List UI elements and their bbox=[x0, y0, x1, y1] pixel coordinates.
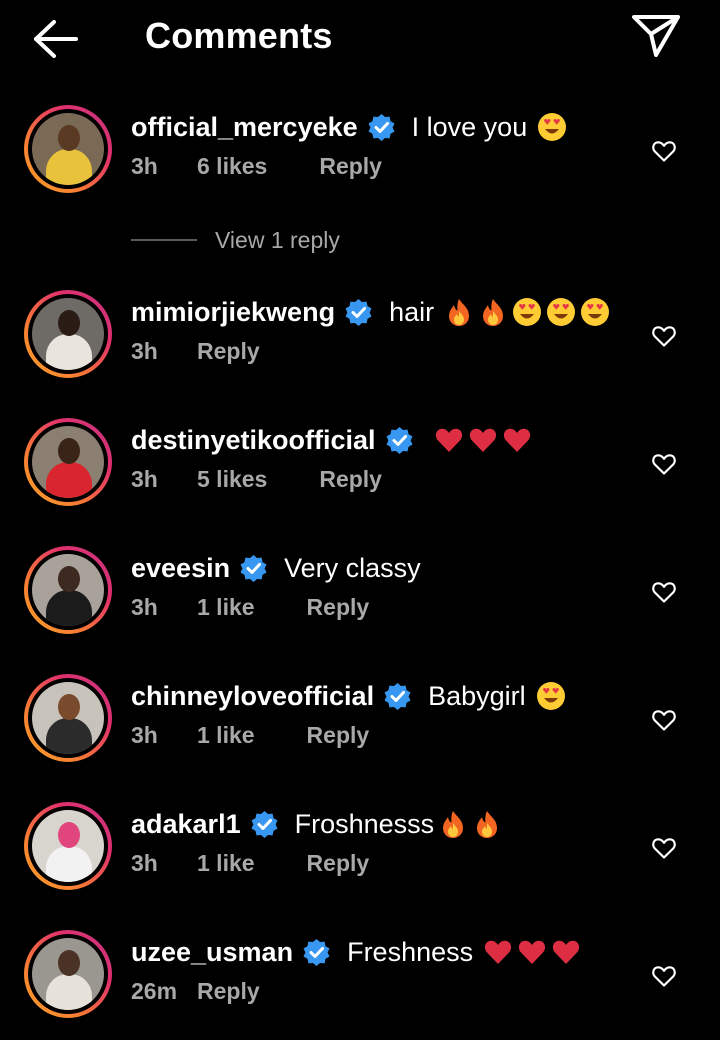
comment-time: 3h bbox=[131, 721, 158, 748]
reply-divider bbox=[131, 239, 197, 241]
comment-meta: 3h 1 like Reply bbox=[131, 591, 369, 623]
red-heart-emoji bbox=[434, 425, 464, 455]
reply-button[interactable]: Reply bbox=[307, 594, 370, 621]
fire-emoji bbox=[472, 809, 502, 839]
comment-time: 26m bbox=[131, 977, 178, 1004]
heart-eyes-emoji bbox=[580, 297, 610, 327]
comment-line: adakarl1 Froshnesss bbox=[131, 804, 502, 844]
like-button[interactable] bbox=[651, 451, 677, 477]
avatar[interactable] bbox=[24, 802, 112, 890]
verified-badge-icon bbox=[385, 426, 414, 455]
reply-button[interactable]: Reply bbox=[319, 466, 382, 493]
heart-outline-icon bbox=[651, 138, 677, 164]
comment-likes[interactable]: 1 like bbox=[197, 722, 255, 749]
comment-text: Very classy bbox=[284, 552, 421, 583]
comment-text: Freshness bbox=[347, 936, 474, 967]
comments-list: official_mercyeke I love you 3h 6 likes … bbox=[0, 0, 720, 1018]
heart-eyes-emoji bbox=[537, 112, 567, 142]
heart-outline-icon bbox=[651, 963, 677, 989]
view-replies-label: View 1 reply bbox=[215, 226, 340, 253]
verified-badge-icon bbox=[383, 682, 412, 711]
comment-username[interactable]: chinneyloveofficial bbox=[131, 681, 374, 712]
avatar[interactable] bbox=[24, 418, 112, 506]
comment-username[interactable]: official_mercyeke bbox=[131, 112, 358, 143]
comment-time: 3h bbox=[131, 152, 158, 179]
like-button[interactable] bbox=[651, 323, 677, 349]
like-button[interactable] bbox=[651, 963, 677, 989]
comment-line: eveesin Very classy bbox=[131, 548, 421, 588]
like-button[interactable] bbox=[651, 579, 677, 605]
comment-line: destinyetikoofficial bbox=[131, 420, 532, 460]
comment-time: 3h bbox=[131, 337, 158, 364]
comment-username[interactable]: mimiorjiekweng bbox=[131, 297, 335, 328]
comment-item: mimiorjiekweng hair 3h Reply bbox=[0, 290, 720, 400]
heart-eyes-emoji bbox=[546, 297, 576, 327]
verified-badge-icon bbox=[367, 113, 396, 142]
comment-meta: 26m Reply bbox=[131, 975, 260, 1007]
avatar[interactable] bbox=[24, 290, 112, 378]
red-heart-emoji bbox=[483, 937, 513, 967]
comment-likes[interactable]: 1 like bbox=[197, 850, 255, 877]
comment-time: 3h bbox=[131, 465, 158, 492]
comment-meta: 3h 1 like Reply bbox=[131, 719, 369, 751]
fire-emoji bbox=[444, 297, 474, 327]
heart-eyes-emoji bbox=[512, 297, 542, 327]
comment-time: 3h bbox=[131, 849, 158, 876]
comment-username[interactable]: eveesin bbox=[131, 553, 230, 584]
red-heart-emoji bbox=[468, 425, 498, 455]
comment-likes[interactable]: 6 likes bbox=[197, 153, 267, 180]
red-heart-emoji bbox=[502, 425, 532, 455]
comment-item: eveesin Very classy 3h 1 like Reply bbox=[0, 546, 720, 656]
comment-item: destinyetikoofficial 3h 5 likes Reply bbox=[0, 418, 720, 528]
red-heart-emoji bbox=[551, 937, 581, 967]
comment-line: uzee_usman Freshness bbox=[131, 932, 581, 972]
reply-button[interactable]: Reply bbox=[197, 978, 260, 1005]
heart-outline-icon bbox=[651, 707, 677, 733]
reply-button[interactable]: Reply bbox=[197, 338, 260, 365]
heart-outline-icon bbox=[651, 835, 677, 861]
heart-outline-icon bbox=[651, 451, 677, 477]
verified-badge-icon bbox=[302, 938, 331, 967]
like-button[interactable] bbox=[651, 835, 677, 861]
verified-badge-icon bbox=[344, 298, 373, 327]
comment-text: Babygirl bbox=[428, 680, 526, 711]
comment-meta: 3h 6 likes Reply bbox=[131, 150, 382, 182]
comment-likes[interactable]: 5 likes bbox=[197, 466, 267, 493]
verified-badge-icon bbox=[239, 554, 268, 583]
comment-line: mimiorjiekweng hair bbox=[131, 292, 610, 332]
comment-item: chinneyloveofficial Babygirl 3h 1 like R… bbox=[0, 674, 720, 784]
comment-line: official_mercyeke I love you bbox=[131, 107, 567, 147]
like-button[interactable] bbox=[651, 707, 677, 733]
reply-button[interactable]: Reply bbox=[307, 850, 370, 877]
reply-button[interactable]: Reply bbox=[307, 722, 370, 749]
avatar[interactable] bbox=[24, 105, 112, 193]
comment-likes[interactable]: 1 like bbox=[197, 594, 255, 621]
comment-meta: 3h Reply bbox=[131, 335, 260, 367]
avatar[interactable] bbox=[24, 546, 112, 634]
fire-emoji bbox=[438, 809, 468, 839]
view-replies-button[interactable]: View 1 reply bbox=[131, 224, 340, 256]
comment-item: adakarl1 Froshnesss 3h 1 like Reply bbox=[0, 802, 720, 912]
heart-outline-icon bbox=[651, 579, 677, 605]
comment-item: uzee_usman Freshness 26m Reply bbox=[0, 930, 720, 1040]
avatar[interactable] bbox=[24, 674, 112, 762]
verified-badge-icon bbox=[250, 810, 279, 839]
comment-text: hair bbox=[389, 296, 435, 327]
comment-meta: 3h 1 like Reply bbox=[131, 847, 369, 879]
like-button[interactable] bbox=[651, 138, 677, 164]
heart-outline-icon bbox=[651, 323, 677, 349]
comment-username[interactable]: uzee_usman bbox=[131, 937, 293, 968]
comment-line: chinneyloveofficial Babygirl bbox=[131, 676, 566, 716]
comment-username[interactable]: destinyetikoofficial bbox=[131, 425, 376, 456]
comment-text: Froshnesss bbox=[294, 808, 435, 839]
comment-text: I love you bbox=[411, 111, 528, 142]
heart-eyes-emoji bbox=[536, 681, 566, 711]
reply-button[interactable]: Reply bbox=[319, 153, 382, 180]
comment-item: official_mercyeke I love you 3h 6 likes … bbox=[0, 105, 720, 215]
comment-username[interactable]: adakarl1 bbox=[131, 809, 241, 840]
fire-emoji bbox=[478, 297, 508, 327]
comment-meta: 3h 5 likes Reply bbox=[131, 463, 382, 495]
comment-time: 3h bbox=[131, 593, 158, 620]
red-heart-emoji bbox=[517, 937, 547, 967]
